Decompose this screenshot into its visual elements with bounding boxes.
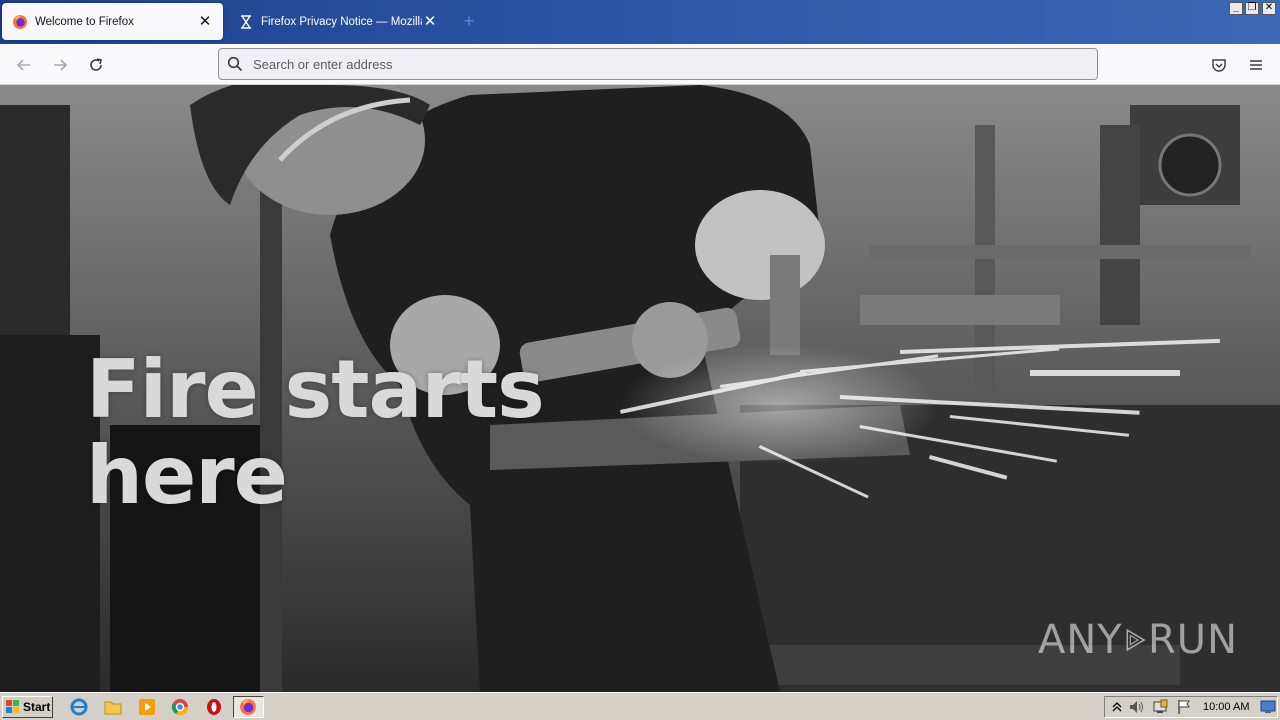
anyrun-watermark: ANY RUN bbox=[1038, 605, 1238, 675]
ie-icon[interactable] bbox=[69, 697, 89, 717]
watermark-right-text: RUN bbox=[1148, 617, 1238, 663]
back-arrow-icon bbox=[16, 59, 30, 71]
hero-line-2: here bbox=[86, 429, 288, 522]
tab-welcome-to-firefox[interactable]: Welcome to Firefox ✕ bbox=[2, 3, 223, 40]
firefox-icon bbox=[12, 14, 28, 30]
address-input[interactable] bbox=[251, 55, 1071, 73]
show-hidden-icon[interactable] bbox=[1107, 697, 1127, 717]
back-button[interactable] bbox=[11, 52, 37, 78]
volume-icon[interactable] bbox=[1127, 697, 1147, 717]
tab-label: Welcome to Firefox bbox=[35, 15, 134, 28]
flag-icon[interactable] bbox=[1174, 697, 1194, 717]
firefox-icon[interactable] bbox=[238, 697, 258, 717]
tab-strip: Welcome to Firefox ✕ Firefox Privacy Not… bbox=[0, 0, 1280, 44]
start-button[interactable]: Start bbox=[2, 696, 53, 718]
forward-button[interactable] bbox=[47, 52, 73, 78]
hero-headline: Fire starts here bbox=[86, 347, 606, 519]
tab-label: Firefox Privacy Notice — Mozilla bbox=[261, 15, 422, 28]
hero-line-1: Fire starts bbox=[86, 343, 545, 436]
forward-arrow-icon bbox=[54, 59, 68, 71]
reload-button[interactable] bbox=[83, 52, 109, 78]
restore-button[interactable]: ❐ bbox=[1245, 2, 1259, 15]
hamburger-menu-icon bbox=[1250, 60, 1262, 70]
search-icon bbox=[227, 55, 245, 73]
close-tab-icon[interactable]: ✕ bbox=[422, 13, 438, 30]
close-window-button[interactable]: ✕ bbox=[1262, 2, 1276, 15]
watermark-left-text: ANY bbox=[1038, 617, 1123, 663]
reload-icon bbox=[90, 58, 102, 71]
media-player-icon[interactable] bbox=[137, 697, 157, 717]
clock[interactable]: 10:00 AM bbox=[1203, 701, 1249, 713]
navigation-toolbar bbox=[0, 44, 1280, 85]
pocket-button[interactable] bbox=[1206, 52, 1232, 78]
menu-button[interactable] bbox=[1243, 52, 1269, 78]
explorer-folder-icon[interactable] bbox=[103, 697, 123, 717]
opera-icon[interactable] bbox=[204, 697, 224, 717]
address-bar[interactable] bbox=[218, 48, 1098, 80]
play-logo-icon bbox=[1126, 628, 1146, 652]
chrome-icon[interactable] bbox=[170, 697, 190, 717]
new-tab-button[interactable]: + bbox=[460, 12, 478, 30]
tab-firefox-privacy-notice[interactable]: Firefox Privacy Notice — Mozilla ✕ bbox=[228, 3, 448, 40]
show-desktop-icon[interactable] bbox=[1258, 697, 1278, 717]
minimize-button[interactable]: _ bbox=[1229, 2, 1243, 15]
close-tab-icon[interactable]: ✕ bbox=[197, 13, 213, 30]
taskbar: Start 10:00 AM bbox=[0, 692, 1280, 720]
windows-logo-icon bbox=[6, 700, 19, 713]
welcome-page: Fire starts here ANY RUN bbox=[0, 85, 1280, 692]
start-label: Start bbox=[23, 700, 51, 714]
pocket-icon bbox=[1212, 59, 1226, 72]
network-icon[interactable] bbox=[1150, 697, 1170, 717]
hourglass-icon bbox=[238, 14, 254, 30]
